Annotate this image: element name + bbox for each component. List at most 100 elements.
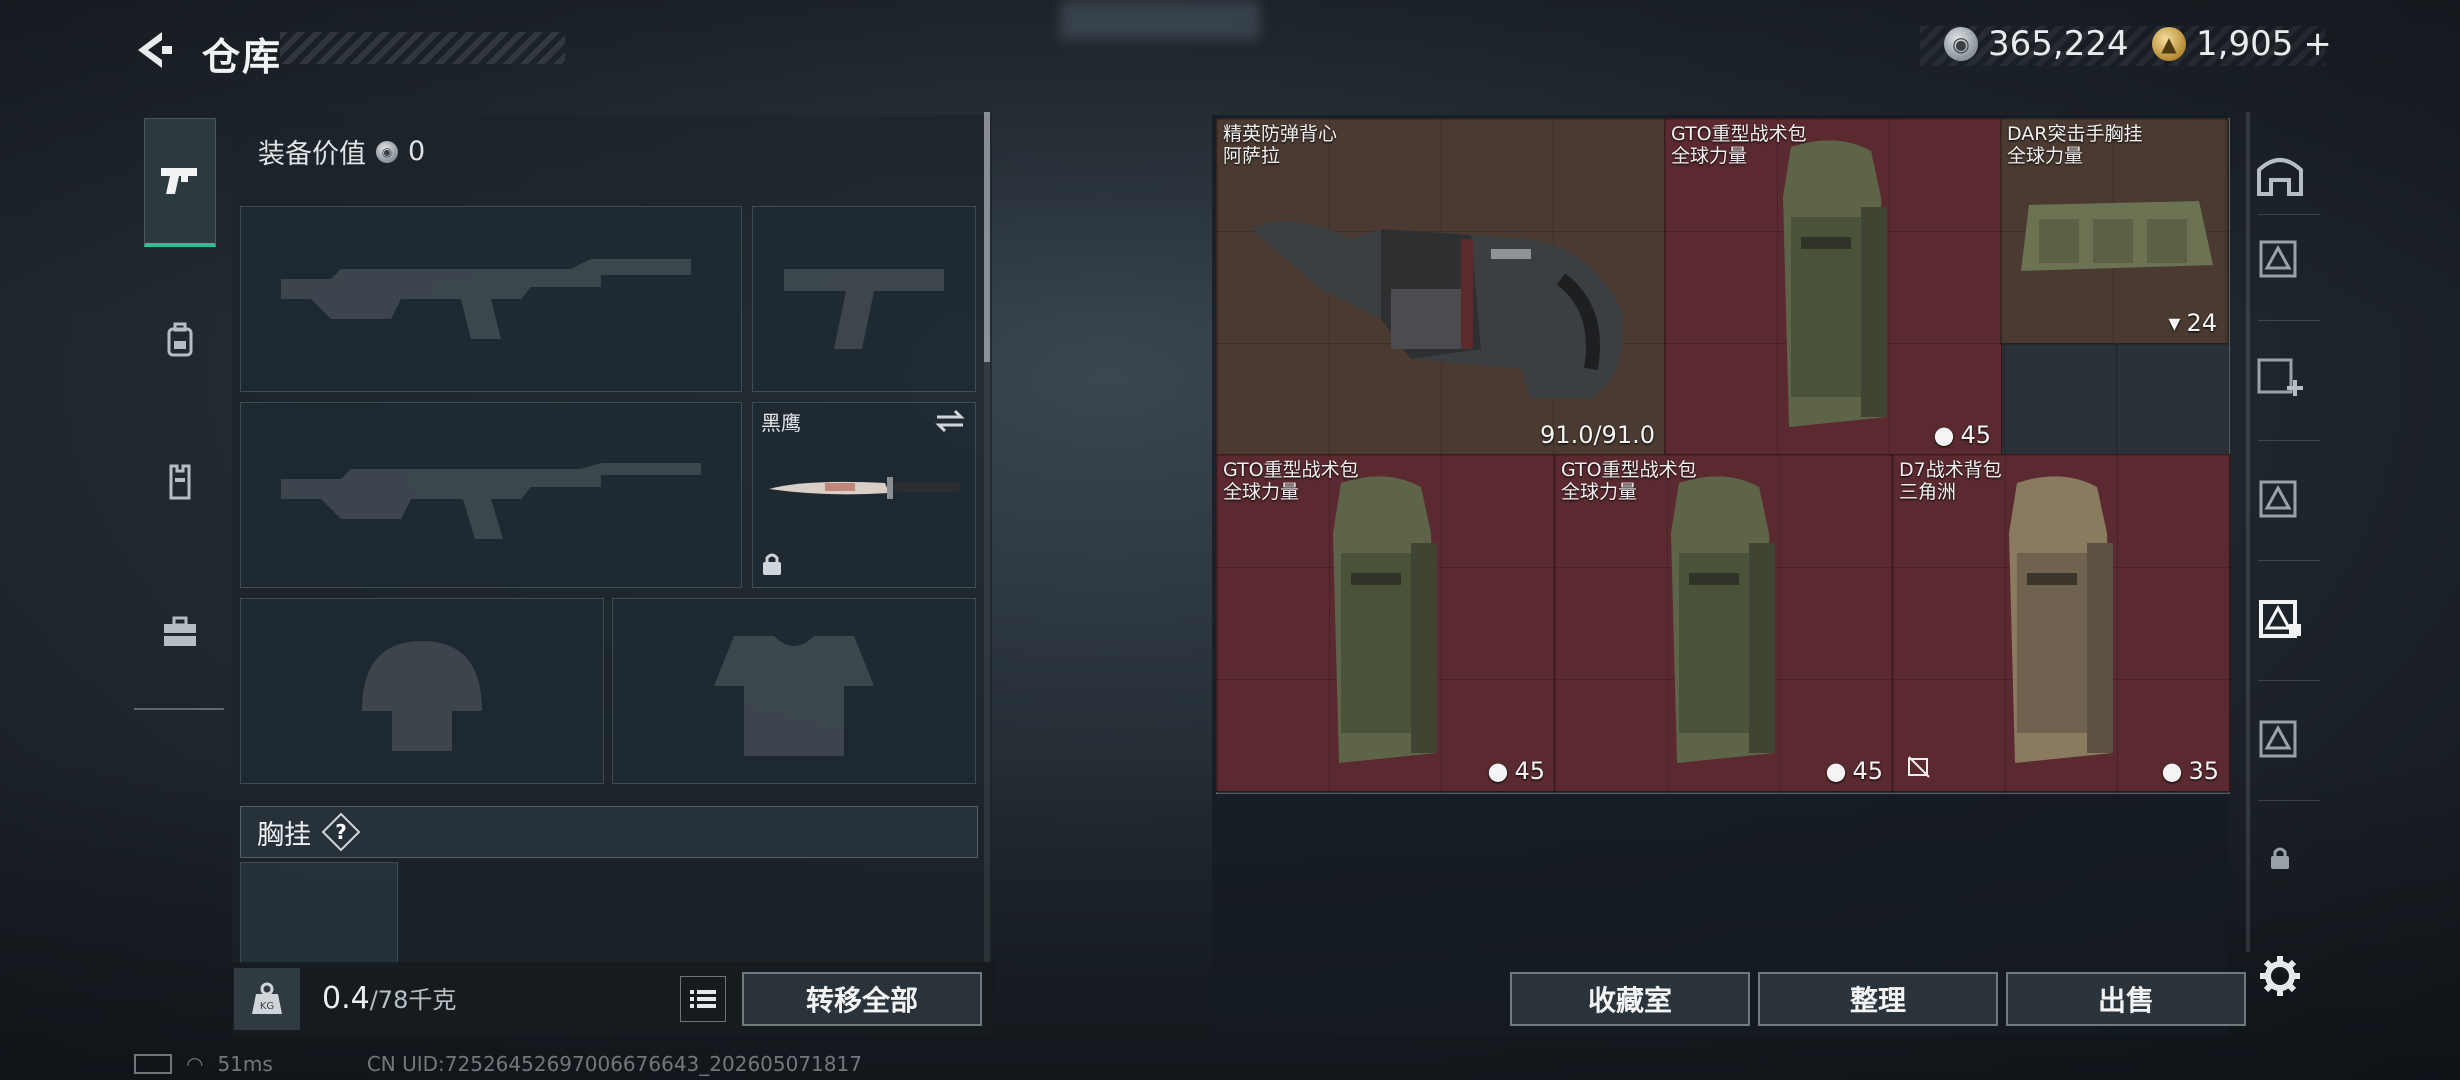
swap-icon — [935, 409, 965, 433]
item-brand: 全球力量 — [1561, 481, 1638, 503]
storage-item-armor-vest[interactable]: 精英防弹背心 阿萨拉 91.0/91.0 — [1216, 118, 1666, 456]
capacity: ● 45 — [1934, 421, 1992, 449]
page-title: 仓库 — [202, 35, 283, 79]
wifi-icon: ◠ — [186, 1052, 204, 1076]
armor-vest-image — [1251, 221, 1623, 399]
silver-amount: 365,224 — [1988, 24, 2129, 64]
settings-button[interactable] — [2244, 930, 2316, 1022]
rail-divider — [2258, 800, 2320, 801]
knife-image — [769, 477, 961, 499]
item-brand: 全球力量 — [1223, 481, 1300, 503]
backpack-capacity-icon: ● — [2161, 757, 2183, 785]
backpack-capacity-icon: ● — [1933, 421, 1955, 449]
tab-vest[interactable] — [134, 420, 226, 544]
primary-weapon-slot-2[interactable] — [240, 402, 742, 588]
item-title: GTO重型战术包 — [1671, 123, 1807, 145]
backpack-capacity-icon: ● — [1487, 757, 1509, 785]
rail-divider — [2258, 440, 2320, 441]
pistol-icon — [161, 168, 197, 194]
lock-icon — [761, 551, 783, 581]
sell-button[interactable]: 出售 — [2006, 972, 2246, 1026]
capacity: ● 35 — [2162, 757, 2220, 785]
storage-page-icon — [2259, 720, 2297, 758]
rig-capacity-icon: ▾ — [2168, 309, 2181, 337]
list-view-button[interactable] — [680, 976, 726, 1022]
item-title: DAR突击手胸挂 — [2007, 123, 2143, 145]
body-armor-slot[interactable] — [612, 598, 976, 784]
storage-item-d7-backpack[interactable]: D7战术背包 三角洲 ● 35 — [1892, 454, 2230, 792]
svg-text:?: ? — [335, 820, 347, 844]
help-button[interactable]: ? — [321, 812, 361, 852]
tab-supplies[interactable] — [134, 570, 226, 694]
svg-text:KG: KG — [260, 1001, 274, 1012]
add-storage-page-button[interactable] — [2244, 330, 2316, 422]
capacity: ● 45 — [1826, 757, 1884, 785]
storage-item-gto-bag[interactable]: GTO重型战术包 全球力量 ● 45 — [1216, 454, 1556, 792]
chest-rig-header: 胸挂 ? — [240, 806, 978, 858]
item-name: D7战术背包 三角洲 — [1899, 459, 2002, 503]
storage-page-2[interactable] — [2244, 452, 2316, 544]
helmet-slot[interactable] — [240, 598, 604, 784]
chest-rig-title: 胸挂 — [257, 819, 311, 851]
chest-rig-slot[interactable] — [240, 862, 398, 964]
organize-button[interactable]: 整理 — [1758, 972, 1998, 1026]
collection-room-button[interactable]: 收藏室 — [1510, 972, 1750, 1026]
gto-backpack-image — [1671, 476, 1775, 763]
gto-backpack-image — [1333, 476, 1437, 763]
helmet-silhouette-icon — [241, 599, 603, 783]
equipment-scroll-thumb[interactable] — [984, 112, 990, 362]
list-icon — [690, 990, 716, 1008]
capacity: ● 45 — [1488, 757, 1546, 785]
item-brand: 阿萨拉 — [1223, 145, 1281, 167]
storage-page-1[interactable] — [2244, 212, 2316, 304]
weight-readout: 0.4/78千克 — [322, 980, 456, 1016]
swap-button[interactable] — [935, 409, 965, 437]
d7-backpack-image — [2009, 476, 2113, 763]
medkit-icon — [164, 616, 196, 646]
back-arrow-icon — [138, 32, 172, 68]
capacity-value: 45 — [1852, 757, 1883, 785]
uid-text: CN UID:7252645269700667664​3_20260507181… — [366, 1052, 862, 1076]
item-name: 精英防弹背心 阿萨拉 — [1223, 123, 1337, 167]
backpack-icon — [167, 322, 193, 357]
weight-current: 0.4 — [322, 981, 370, 1016]
back-button[interactable] — [130, 26, 178, 74]
gold-currency[interactable]: ▲ 1,905 + — [2152, 24, 2332, 64]
tab-weapons[interactable] — [144, 118, 216, 247]
transfer-all-button[interactable]: 转移全部 — [742, 972, 982, 1026]
primary-weapon-slot-1[interactable] — [240, 206, 742, 392]
storage-page-icon — [2259, 600, 2301, 638]
item-title: D7战术背包 — [1899, 459, 2002, 481]
storage-page-4[interactable] — [2244, 692, 2316, 784]
tab-backpack[interactable] — [134, 278, 226, 402]
melee-slot[interactable]: 黑鹰 — [752, 402, 976, 588]
storage-item-gto-bag[interactable]: GTO重型战术包 全球力量 ● 45 — [1554, 454, 1894, 792]
ping-text: 51ms — [217, 1052, 273, 1076]
rifle-silhouette-icon — [241, 207, 741, 391]
storage-page-icon — [2259, 480, 2297, 518]
gold-add-button[interactable]: + — [2303, 24, 2332, 64]
capacity-value: 35 — [2188, 757, 2219, 785]
lock-icon — [2271, 847, 2289, 869]
silver-coin-icon: ◉ — [1944, 27, 1978, 61]
capacity-value: 45 — [1514, 757, 1545, 785]
ceiling-light — [1060, 0, 1260, 40]
weight-max: /78千克 — [369, 986, 457, 1014]
rail-divider — [2258, 214, 2320, 215]
storage-item-dar-rig[interactable]: DAR突击手胸挂 全球力量 ▾ 24 — [2000, 118, 2228, 344]
equipment-value-label: 装备价值 — [258, 139, 366, 170]
storage-page-3-active[interactable] — [2244, 572, 2316, 664]
item-title: GTO重型战术包 — [1223, 459, 1359, 481]
title-decoration — [280, 32, 565, 64]
help-icon: ? — [321, 812, 361, 852]
backpack-capacity-icon: ● — [1825, 757, 1847, 785]
rail-divider — [2258, 320, 2320, 321]
warehouse-home-button[interactable] — [2244, 128, 2316, 220]
gto-backpack-image — [1783, 140, 1887, 427]
sidearm-slot[interactable] — [752, 206, 976, 392]
rail-divider — [2258, 680, 2320, 681]
chest-rig-image — [2021, 201, 2213, 271]
locked-page-button[interactable] — [2244, 812, 2316, 904]
gear-icon — [2260, 956, 2300, 996]
storage-item-gto-bag[interactable]: GTO重型战术包 全球力量 ● 45 — [1664, 118, 2002, 456]
